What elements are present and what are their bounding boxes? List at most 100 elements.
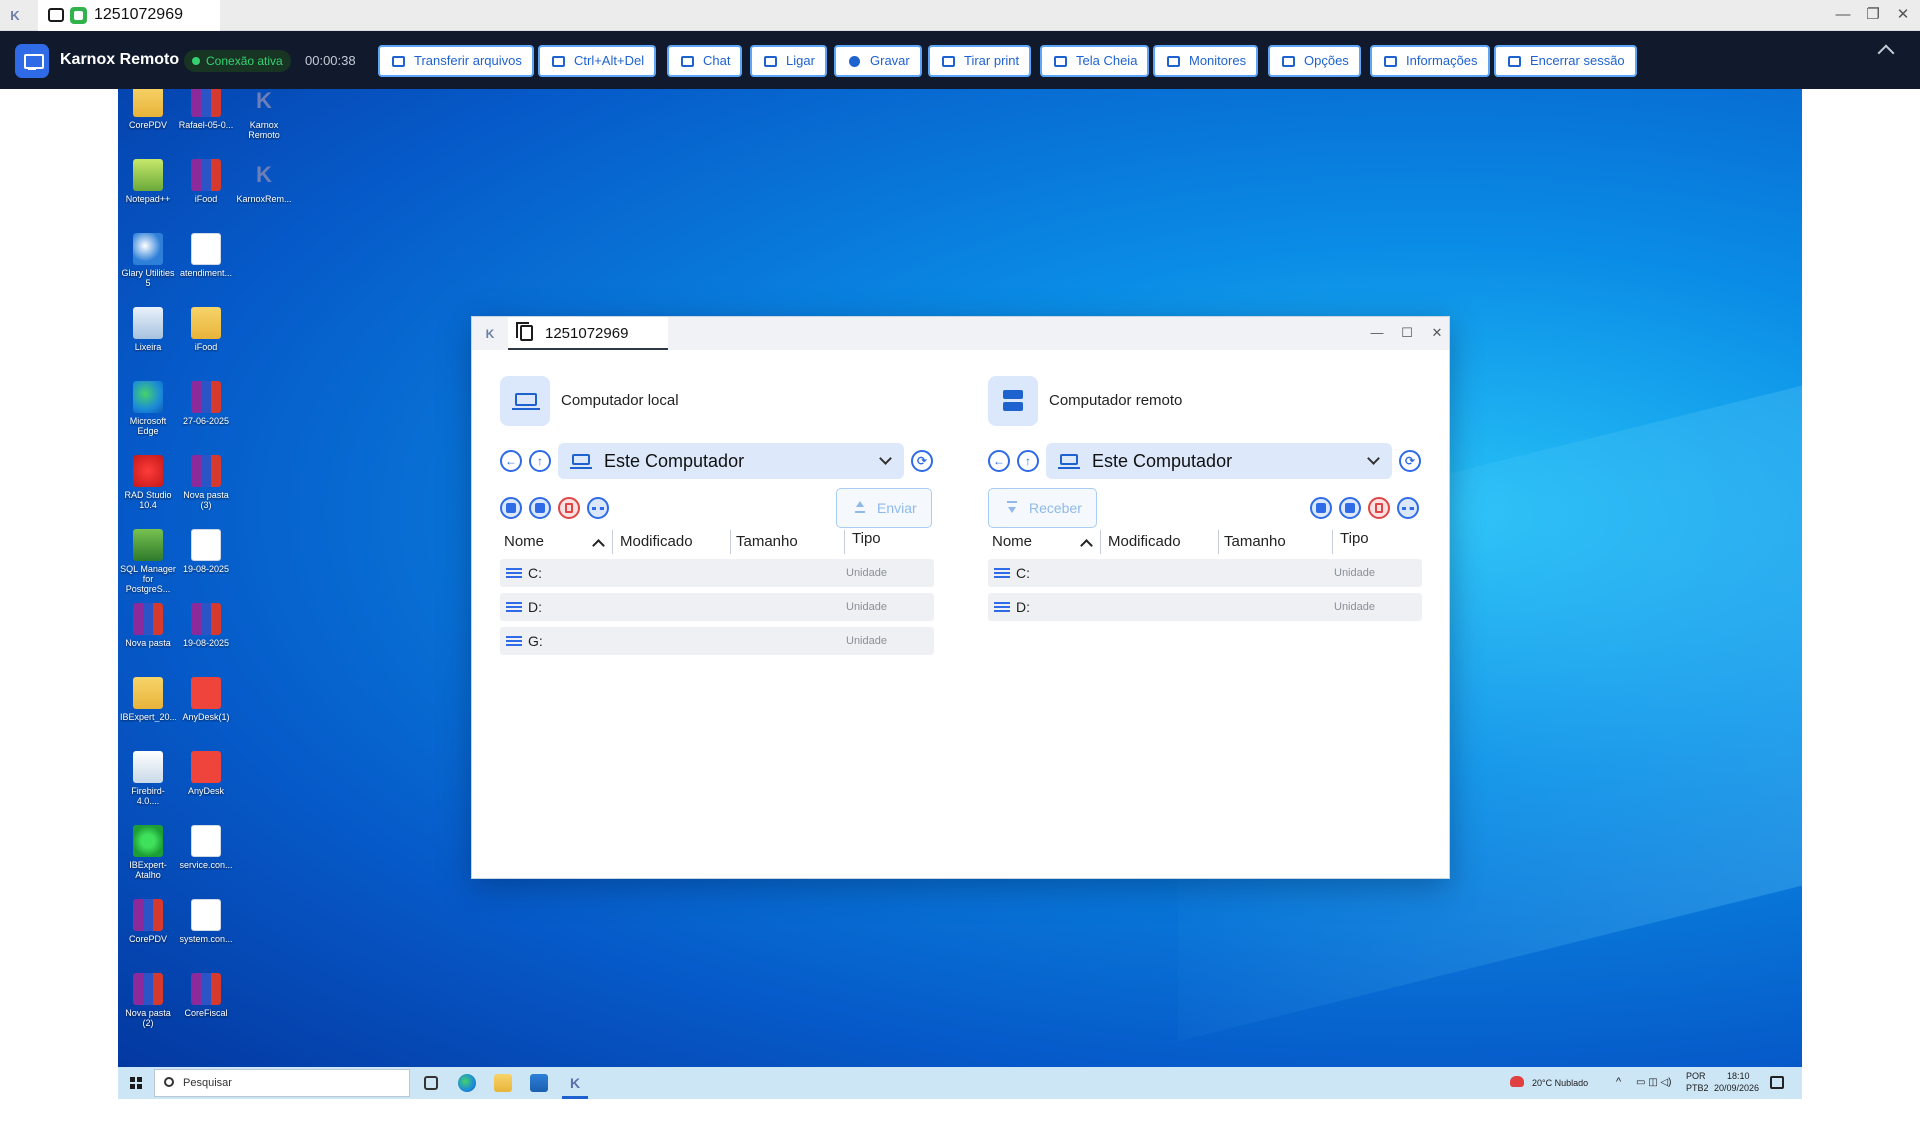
- remote-col-name[interactable]: Nome: [992, 533, 1032, 550]
- transfer-files-button[interactable]: Transferir arquivos: [378, 45, 534, 77]
- receive-button[interactable]: Receber: [988, 488, 1097, 528]
- desktop-icon[interactable]: atendiment...: [178, 233, 234, 278]
- local-home-icon[interactable]: [500, 497, 522, 519]
- remote-path-select[interactable]: Este Computador: [1046, 443, 1392, 479]
- column-separator[interactable]: [1218, 530, 1219, 554]
- local-back-icon[interactable]: ←: [500, 450, 522, 472]
- remote-col-type[interactable]: Tipo: [1340, 530, 1369, 547]
- remote-drive-row[interactable]: D: Unidade: [988, 593, 1422, 621]
- desktop-icon[interactable]: Nova pasta (3): [178, 455, 234, 510]
- desktop-icon[interactable]: iFood: [178, 159, 234, 204]
- keyboard-layout[interactable]: PTB2: [1686, 1083, 1709, 1093]
- fullscreen-button[interactable]: Tela Cheia: [1040, 45, 1150, 77]
- call-button[interactable]: Ligar: [750, 45, 827, 77]
- desktop-icon[interactable]: Lixeira: [120, 307, 176, 352]
- desktop-icon[interactable]: Nova pasta (2): [120, 973, 176, 1028]
- desktop-icon[interactable]: 19-08-2025: [178, 603, 234, 648]
- local-refresh-icon[interactable]: ⟳: [911, 450, 933, 472]
- ft-minimize-button[interactable]: —: [1366, 323, 1388, 343]
- remote-drive-row[interactable]: C: Unidade: [988, 559, 1422, 587]
- local-drive-row[interactable]: C: Unidade: [500, 559, 934, 587]
- local-delete-icon[interactable]: [558, 497, 580, 519]
- column-separator[interactable]: [1332, 530, 1333, 554]
- remote-refresh-icon[interactable]: ⟳: [1399, 450, 1421, 472]
- network-icon[interactable]: ▭ ◫ ◁): [1636, 1077, 1671, 1088]
- close-button[interactable]: ✕: [1890, 4, 1916, 26]
- local-drive-row[interactable]: D: Unidade: [500, 593, 934, 621]
- desktop-icon[interactable]: K KarnoxRem...: [236, 159, 292, 204]
- task-view-icon[interactable]: [424, 1076, 438, 1090]
- local-up-icon[interactable]: ↑: [529, 450, 551, 472]
- tray-chevron-icon[interactable]: ^: [1616, 1076, 1621, 1088]
- remote-more-icon[interactable]: [1397, 497, 1419, 519]
- desktop-icon[interactable]: IBExpert_20...: [120, 677, 176, 722]
- desktop-icon[interactable]: CoreFiscal: [178, 973, 234, 1018]
- desktop-icon[interactable]: IBExpert-Atalho: [120, 825, 176, 880]
- local-col-name[interactable]: Nome: [504, 533, 544, 550]
- desktop-icon[interactable]: RAD Studio 10.4: [120, 455, 176, 510]
- column-separator[interactable]: [844, 530, 845, 554]
- desktop-icon[interactable]: 27-06-2025: [178, 381, 234, 426]
- clock-time[interactable]: 18:10: [1727, 1071, 1750, 1081]
- remote-new-folder-icon[interactable]: [1339, 497, 1361, 519]
- local-col-modified[interactable]: Modificado: [620, 533, 693, 550]
- remote-col-size[interactable]: Tamanho: [1224, 533, 1286, 550]
- local-path-select[interactable]: Este Computador: [558, 443, 904, 479]
- ft-close-button[interactable]: ✕: [1426, 323, 1448, 343]
- end-session-button[interactable]: Encerrar sessão: [1494, 45, 1637, 77]
- remote-back-icon[interactable]: ←: [988, 450, 1010, 472]
- send-button[interactable]: Enviar: [836, 488, 932, 528]
- record-button[interactable]: Gravar: [834, 45, 922, 77]
- notifications-icon[interactable]: [1770, 1076, 1784, 1089]
- local-col-size[interactable]: Tamanho: [736, 533, 798, 550]
- screenshot-button[interactable]: Tirar print: [928, 45, 1032, 77]
- desktop-icon[interactable]: Microsoft Edge: [120, 381, 176, 436]
- local-drive-row[interactable]: G: Unidade: [500, 627, 934, 655]
- desktop-icon[interactable]: Notepad++: [120, 159, 176, 204]
- desktop-icon[interactable]: Nova pasta: [120, 603, 176, 648]
- desktop-icon[interactable]: Rafael-05-0...: [178, 89, 234, 130]
- language-indicator[interactable]: POR: [1686, 1071, 1706, 1081]
- remote-delete-icon[interactable]: [1368, 497, 1390, 519]
- desktop-icon[interactable]: SQL Manager for PostgreS...: [120, 529, 176, 594]
- local-col-type[interactable]: Tipo: [852, 530, 881, 547]
- sort-ascending-icon[interactable]: [592, 539, 605, 552]
- remote-up-icon[interactable]: ↑: [1017, 450, 1039, 472]
- column-separator[interactable]: [730, 530, 731, 554]
- restore-button[interactable]: ❐: [1860, 4, 1886, 26]
- desktop-icon[interactable]: K Karnox Remoto: [236, 89, 292, 140]
- karnox-taskbar-icon[interactable]: K: [566, 1074, 584, 1092]
- explorer-taskbar-icon[interactable]: [494, 1074, 512, 1092]
- desktop-icon[interactable]: CorePDV: [120, 89, 176, 130]
- desktop-icon[interactable]: 19-08-2025: [178, 529, 234, 574]
- desktop-icon[interactable]: AnyDesk(1): [178, 677, 234, 722]
- edge-taskbar-icon[interactable]: [458, 1074, 476, 1092]
- ft-maximize-button[interactable]: ☐: [1396, 323, 1418, 343]
- desktop-icon[interactable]: CorePDV: [120, 899, 176, 944]
- local-new-folder-icon[interactable]: [529, 497, 551, 519]
- options-button[interactable]: Opções: [1268, 45, 1361, 77]
- minimize-button[interactable]: —: [1830, 4, 1856, 26]
- info-button[interactable]: Informações: [1370, 45, 1490, 77]
- desktop-icon[interactable]: service.con...: [178, 825, 234, 870]
- clock-date[interactable]: 20/09/2026: [1714, 1083, 1759, 1093]
- desktop-icon[interactable]: Firebird-4.0....: [120, 751, 176, 806]
- remote-col-modified[interactable]: Modificado: [1108, 533, 1181, 550]
- column-separator[interactable]: [612, 530, 613, 554]
- desktop-icon[interactable]: AnyDesk: [178, 751, 234, 796]
- windows-start-icon[interactable]: [130, 1077, 142, 1089]
- desktop-icon[interactable]: iFood: [178, 307, 234, 352]
- file-transfer-tab[interactable]: 1251072969: [508, 317, 668, 350]
- desktop-icon[interactable]: system.con...: [178, 899, 234, 944]
- session-tab[interactable]: 1251072969: [38, 0, 220, 31]
- sort-ascending-icon[interactable]: [1080, 539, 1093, 552]
- local-more-icon[interactable]: [587, 497, 609, 519]
- taskbar-search-input[interactable]: Pesquisar: [154, 1069, 410, 1097]
- chat-button[interactable]: Chat: [667, 45, 743, 77]
- weather-text[interactable]: 20°C Nublado: [1532, 1078, 1588, 1088]
- desktop-icon[interactable]: Glary Utilities 5: [120, 233, 176, 288]
- monitors-button[interactable]: Monitores: [1153, 45, 1259, 77]
- mail-taskbar-icon[interactable]: [530, 1074, 548, 1092]
- ctrl-alt-del-button[interactable]: Ctrl+Alt+Del: [538, 45, 657, 77]
- remote-home-icon[interactable]: [1310, 497, 1332, 519]
